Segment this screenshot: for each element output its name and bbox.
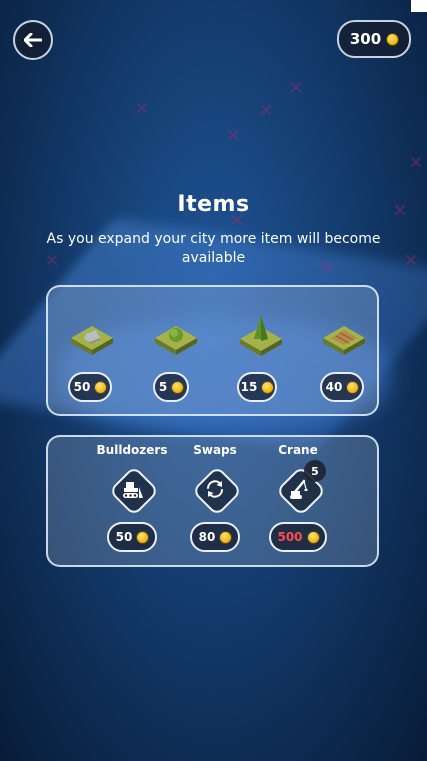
coin-balance: 300 [337,20,411,58]
page-title: Items [177,192,250,217]
item-field-price-button[interactable]: 40 [320,372,364,402]
item-bush-price-button[interactable]: 5 [153,372,189,402]
swap-price-button[interactable]: 80 [190,522,240,552]
item-rock-price: 50 [73,380,91,394]
tool-label-crane: Crane [278,443,318,457]
bulldozer-price: 50 [115,530,133,544]
item-field-price: 40 [325,380,343,394]
coin-icon [347,381,359,393]
tool-label-swaps: Swaps [193,443,237,457]
tree-tile-icon [240,315,282,356]
tools-panel: Bulldozers Swaps Crane 5 50 80 500 [46,435,379,567]
coin-icon [137,531,149,543]
field-tile-icon [323,326,365,355]
coin-icon [220,531,232,543]
item-tree-price: 15 [240,380,258,394]
items-panel: 50 5 15 40 [46,285,379,416]
bulldozer-button[interactable] [108,465,160,517]
coin-icon [307,531,319,543]
decor-icon [411,157,421,167]
crane-price-button[interactable]: 500 [269,522,327,552]
coin-icon [387,33,399,45]
coin-icon [172,381,184,393]
item-rock-price-button[interactable]: 50 [68,372,112,402]
decor-icon [261,105,271,115]
coin-balance-value: 300 [349,30,382,48]
decor-icon [137,103,147,113]
arrow-left-icon [24,33,42,47]
crane-icon [290,479,308,499]
item-bush-price: 5 [158,380,168,394]
tool-label-bulldozers: Bulldozers [96,443,168,457]
swap-icon [207,480,223,498]
item-tree-price-button[interactable]: 15 [237,372,277,402]
swap-button[interactable] [191,465,243,517]
bulldozer-price-button[interactable]: 50 [107,522,157,552]
crane-price: 500 [277,530,303,544]
bush-tile-icon [155,326,197,355]
crane-count-badge: 5 [304,460,326,482]
coin-icon [262,381,274,393]
decor-icon [228,130,238,140]
back-button[interactable] [13,20,53,60]
bulldozer-icon [123,482,143,498]
corner-tab [411,0,427,12]
swap-price: 80 [198,530,216,544]
page-subtitle: As you expand your city more item will b… [46,231,381,266]
decor-icon [406,255,416,265]
coin-icon [95,381,107,393]
rock-tile-icon [71,326,113,355]
decor-icon [291,82,301,92]
